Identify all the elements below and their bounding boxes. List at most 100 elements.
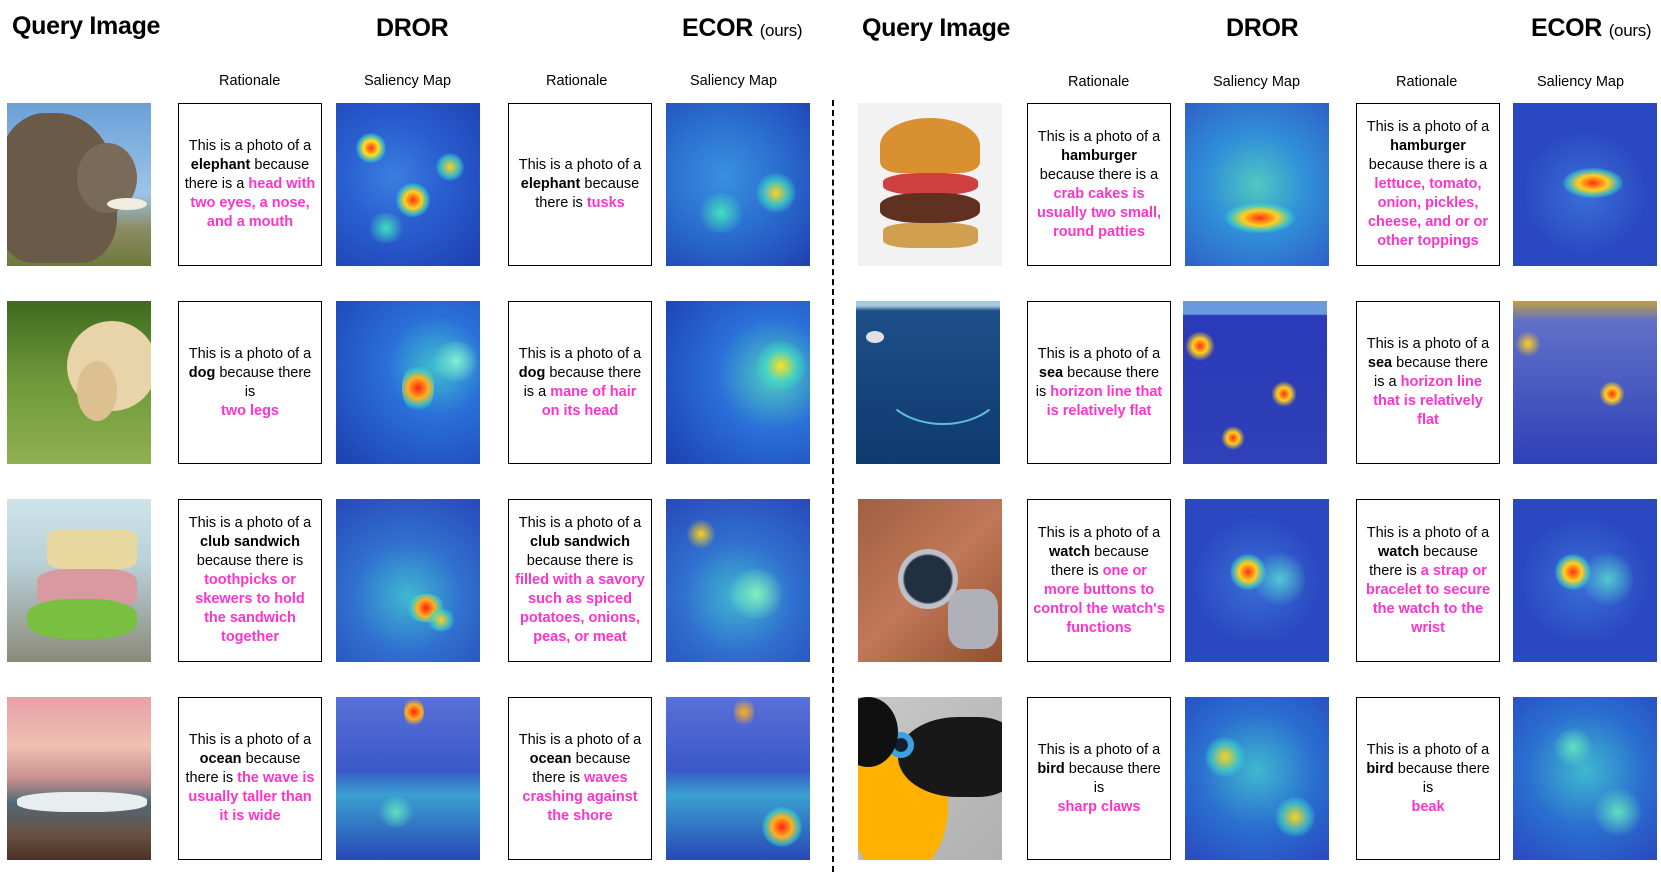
rationale-prefix: This is a photo of a — [1366, 524, 1490, 541]
ecor-title: ECOR — [682, 14, 754, 42]
rationale-connector: because there is — [1397, 760, 1490, 796]
rationale-prefix: This is a photo of a — [518, 157, 642, 173]
dror-saliency-map-hamburger — [1185, 103, 1329, 266]
query-image-hamburger — [858, 103, 1002, 266]
rationale-reason: two legs — [220, 402, 279, 419]
rationale-text: This is a photo of a sea because there is… — [1032, 345, 1166, 421]
dror-saliency-map-ocean — [336, 697, 480, 860]
ecor-saliency-map-bird — [1513, 697, 1657, 860]
saliency-map-subheader: Saliency Map — [1213, 74, 1301, 90]
ecor-saliency-map-dog — [666, 301, 810, 464]
rationale-class-label: watch — [1049, 543, 1091, 560]
rationale-reason: sharp claws — [1057, 798, 1141, 815]
rationale-subheader: Rationale — [546, 73, 608, 89]
saliency-map-subheader: Saliency Map — [364, 73, 452, 89]
rationale-connector: because there is a — [1039, 166, 1159, 183]
ecor-rationale-box: This is a photo of a sea because there is… — [1356, 301, 1500, 464]
ecor-saliency-map-watch — [1513, 499, 1657, 662]
ecor-rationale-box: This is a photo of a dog because there is… — [508, 301, 652, 464]
rationale-reason: horizon line that is relatively flat — [1046, 383, 1163, 419]
query-image-sea — [856, 301, 1000, 464]
dror-rationale-box: This is a photo of a watch because there … — [1027, 499, 1171, 662]
rationale-class-label: bird — [1037, 760, 1065, 777]
rationale-text: This is a photo of a elephant because the… — [183, 137, 317, 232]
ecor-saliency-map-elephant — [666, 103, 810, 266]
dror-header-right: DROR — [1226, 14, 1299, 42]
rationale-reason: lettuce, tomato, onion, pickles, cheese,… — [1367, 176, 1489, 249]
dror-rationale-box: This is a photo of a club sandwich because… — [178, 499, 322, 662]
ecor-rationale-box: This is a photo of a ocean because there … — [508, 697, 652, 860]
rationale-subheader: Rationale — [1068, 74, 1130, 90]
rationale-text: This is a photo of a watch because there … — [1361, 524, 1495, 638]
rationale-connector: because there is a — [1368, 157, 1488, 173]
rationale-prefix: This is a photo of a — [1366, 336, 1490, 352]
rationale-connector: because there is — [1068, 760, 1161, 796]
dror-saliency-map-sea — [1183, 301, 1327, 464]
rationale-prefix: This is a photo of a — [518, 345, 642, 362]
ecor-rationale-box: This is a photo of a hamburger because th… — [1356, 103, 1500, 266]
rationale-class-label: elephant — [190, 157, 251, 173]
rationale-class-label: hamburger — [1061, 147, 1137, 164]
ecor-title: ECOR — [1531, 14, 1603, 42]
rationale-reason: filled with a savory such as spiced pota… — [515, 572, 645, 645]
rationale-text: This is a photo of a elephant because the… — [513, 156, 647, 213]
rationale-prefix: This is a photo of a — [518, 732, 642, 748]
query-image-elephant — [7, 103, 151, 266]
ecor-header-left: ECOR (ours) — [682, 14, 803, 43]
rationale-text: This is a photo of a ocean because there … — [183, 731, 317, 826]
rationale-class-label: club sandwich — [200, 534, 300, 550]
rationale-prefix: This is a photo of a — [1037, 128, 1161, 145]
rationale-reason: crab cakes is usually two small, round p… — [1036, 185, 1162, 240]
rationale-reason: mane of hair on its head — [541, 383, 637, 419]
ecor-ours-label: (ours) — [759, 21, 803, 40]
dror-rationale-box: This is a photo of a elephant because the… — [178, 103, 322, 266]
rationale-text: This is a photo of a sea because there is… — [1361, 335, 1495, 430]
saliency-map-subheader: Saliency Map — [690, 73, 778, 89]
rationale-class-label: ocean — [529, 751, 572, 767]
query-image-club-sandwich — [7, 499, 151, 662]
rationale-reason: toothpicks or skewers to hold the sandwi… — [195, 572, 305, 645]
panel-divider — [832, 100, 834, 872]
query-image-bird — [858, 697, 1002, 860]
rationale-text: This is a photo of a bird because there i… — [1361, 741, 1495, 817]
rationale-class-label: watch — [1378, 543, 1420, 560]
ecor-rationale-box: This is a photo of a bird because there i… — [1356, 697, 1500, 860]
rationale-subheader: Rationale — [1396, 74, 1458, 90]
rationale-text: This is a photo of a hamburger because th… — [1032, 128, 1166, 242]
rationale-connector: because there is — [196, 553, 304, 569]
ecor-header-right: ECOR (ours) — [1531, 14, 1652, 43]
rationale-text: This is a photo of a hamburger because th… — [1361, 118, 1495, 251]
ecor-ours-label: (ours) — [1608, 21, 1652, 40]
rationale-connector: because there is — [219, 364, 312, 400]
rationale-prefix: This is a photo of a — [188, 515, 312, 531]
dror-rationale-box: This is a photo of a bird because there i… — [1027, 697, 1171, 860]
rationale-text: This is a photo of a dog because there is… — [513, 345, 647, 421]
dror-saliency-map-watch — [1185, 499, 1329, 662]
rationale-class-label: sea — [1367, 355, 1393, 371]
query-image-header-left: Query Image — [12, 12, 161, 40]
rationale-subheader: Rationale — [219, 73, 281, 89]
ecor-rationale-box: This is a photo of a elephant because the… — [508, 103, 652, 266]
rationale-reason: beak — [1411, 798, 1445, 815]
dror-rationale-box: This is a photo of a hamburger because th… — [1027, 103, 1171, 266]
ecor-saliency-map-ocean — [666, 697, 810, 860]
rationale-text: This is a photo of a dog because there is… — [183, 345, 317, 421]
rationale-text: This is a photo of a watch because there … — [1032, 524, 1166, 638]
dror-rationale-box: This is a photo of a dog because there is… — [178, 301, 322, 464]
rationale-prefix: This is a photo of a — [188, 138, 312, 154]
rationale-class-label: bird — [1366, 760, 1394, 777]
query-image-header-right: Query Image — [862, 14, 1011, 42]
rationale-prefix: This is a photo of a — [1366, 741, 1490, 758]
ecor-saliency-map-hamburger — [1513, 103, 1657, 266]
rationale-class-label: elephant — [520, 176, 581, 192]
rationale-prefix: This is a photo of a — [1037, 524, 1161, 541]
rationale-class-label: dog — [518, 364, 546, 381]
rationale-reason: tusks — [586, 195, 625, 211]
rationale-class-label: club sandwich — [530, 534, 630, 550]
rationale-connector: because there is — [526, 553, 634, 569]
saliency-map-subheader: Saliency Map — [1537, 74, 1625, 90]
query-image-watch — [858, 499, 1002, 662]
rationale-prefix: This is a photo of a — [188, 345, 312, 362]
dror-saliency-map-elephant — [336, 103, 480, 266]
rationale-class-label: hamburger — [1390, 138, 1466, 154]
